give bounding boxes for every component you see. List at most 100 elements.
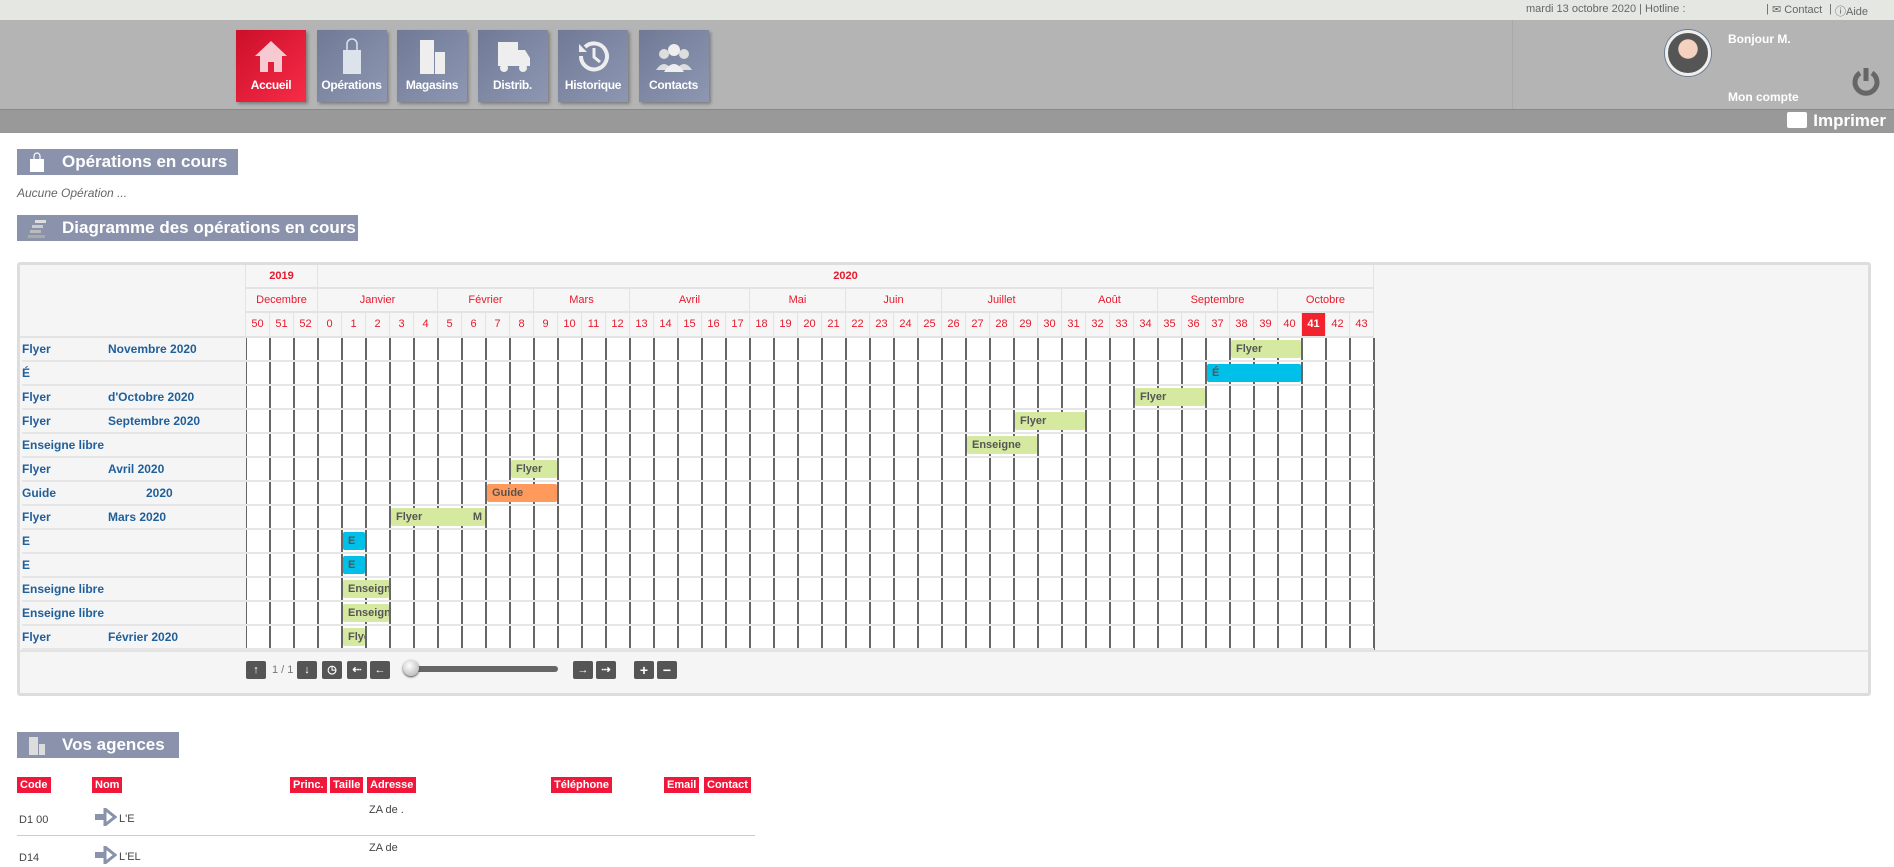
- week-header: 6: [462, 313, 486, 338]
- right-button[interactable]: →: [573, 661, 593, 679]
- gantt-row-label[interactable]: E: [22, 530, 246, 554]
- gantt-row-label[interactable]: Enseigne libre: [22, 578, 246, 602]
- week-header: 32: [1086, 313, 1110, 338]
- gantt-section-header: Diagramme des opérations en cours: [17, 215, 358, 241]
- gantt-row-label[interactable]: Flyer d'Octobre 2020: [22, 386, 246, 410]
- gantt-row-label[interactable]: É: [22, 362, 246, 386]
- column-header[interactable]: Princ.: [290, 777, 327, 793]
- column-header[interactable]: Téléphone: [551, 777, 613, 793]
- bar-label: Flyer: [396, 511, 423, 523]
- nav-label: Contacts: [649, 78, 698, 92]
- month-header: Decembre: [246, 289, 318, 313]
- nav-contacts[interactable]: Contacts: [638, 30, 709, 102]
- help-label: Aide: [1846, 6, 1869, 18]
- gantt-row-label[interactable]: Flyer Septembre 2020: [22, 410, 246, 434]
- grid-line: [246, 600, 1374, 602]
- now-button[interactable]: ◷: [322, 661, 342, 679]
- nav-label: Opérations: [321, 78, 382, 92]
- greeting: Bonjour M.: [1728, 32, 1791, 46]
- gantt-bar[interactable]: É: [1207, 364, 1301, 382]
- bar-label: Flyer: [348, 631, 365, 643]
- grid-line: [246, 576, 1374, 578]
- left-button[interactable]: ←: [370, 661, 390, 679]
- users-icon: [655, 44, 692, 72]
- week-header: 36: [1182, 313, 1206, 338]
- column-header[interactable]: Nom: [92, 777, 123, 793]
- help-link[interactable]: ⓘAide: [1835, 3, 1868, 19]
- gantt-bar[interactable]: Enseigne: [343, 604, 389, 622]
- week-header: 22: [846, 313, 870, 338]
- truck-icon: [497, 42, 530, 72]
- column-header[interactable]: Email: [664, 777, 700, 793]
- week-header: 52: [294, 313, 318, 338]
- scroll-down-button[interactable]: ↓: [297, 661, 317, 679]
- gantt-row-label[interactable]: Enseigne libre: [22, 602, 246, 626]
- gantt-row-label[interactable]: Flyer Novembre 2020: [22, 338, 246, 362]
- gantt-bar[interactable]: Flyer: [343, 628, 365, 646]
- zoom-in-button[interactable]: +: [634, 661, 654, 679]
- gantt-bar[interactable]: Flyer: [511, 460, 557, 478]
- column-header[interactable]: Code: [17, 777, 51, 793]
- gantt-bar[interactable]: Enseigne: [967, 436, 1037, 454]
- arrow-right-icon[interactable]: [95, 805, 118, 829]
- nav-magasins[interactable]: Magasins: [397, 30, 467, 102]
- column-header[interactable]: Contact: [704, 777, 751, 793]
- slider-handle[interactable]: [403, 660, 419, 676]
- contact-link[interactable]: ✉ Contact: [1772, 3, 1822, 16]
- gantt-bar[interactable]: Flyer M: [391, 508, 485, 526]
- bar-label: Flyer: [1236, 343, 1263, 355]
- gantt-bar[interactable]: Flyer: [1015, 412, 1085, 430]
- operation-type: Enseigne libre: [22, 438, 105, 452]
- week-header: 1: [342, 313, 366, 338]
- building-icon: [29, 737, 45, 755]
- zoom-out-button[interactable]: −: [657, 661, 677, 679]
- page-left-button[interactable]: ⇠: [347, 661, 367, 679]
- scroll-up-button[interactable]: ↑: [246, 661, 266, 679]
- row-divider: [17, 835, 755, 836]
- home-icon: [255, 41, 287, 72]
- week-header: 19: [774, 313, 798, 338]
- gantt-row-label[interactable]: Guide 2020: [22, 482, 246, 506]
- agency-name-link[interactable]: L'EL: [119, 851, 141, 863]
- bar-label: Enseigne: [348, 607, 389, 619]
- gantt-row-label[interactable]: Enseigne libre: [22, 434, 246, 458]
- month-header: Juillet: [942, 289, 1062, 313]
- avatar[interactable]: [1665, 30, 1711, 76]
- my-account-link[interactable]: Mon compte: [1728, 90, 1799, 104]
- nav-label: Magasins: [405, 78, 459, 92]
- week-header: 3: [390, 313, 414, 338]
- grid-line: [246, 408, 1374, 410]
- column-header[interactable]: Taille: [330, 777, 364, 793]
- gantt-bar[interactable]: Flyer: [1135, 388, 1205, 406]
- week-header: 17: [726, 313, 750, 338]
- month-header: Juin: [846, 289, 942, 313]
- grid-line: [246, 504, 1374, 506]
- operation-type: Flyer: [22, 630, 51, 644]
- print-button[interactable]: Imprimer: [1787, 111, 1886, 131]
- month-header: Janvier: [318, 289, 438, 313]
- gantt-bar[interactable]: Guide: [487, 484, 557, 502]
- nav-oprations[interactable]: Opérations: [316, 30, 387, 102]
- page-right-button[interactable]: ⇢: [596, 661, 616, 679]
- nav-historique[interactable]: Historique: [558, 30, 628, 102]
- gantt-bar[interactable]: Flyer: [1231, 340, 1301, 358]
- gantt-row-label[interactable]: Flyer Avril 2020: [22, 458, 246, 482]
- power-icon[interactable]: [1850, 65, 1882, 97]
- gantt-bar[interactable]: Enseigne: [343, 580, 389, 598]
- page-indicator: 1 / 1: [272, 664, 294, 676]
- gantt-bar[interactable]: E: [343, 532, 365, 550]
- operation-type: Flyer: [22, 414, 51, 428]
- gantt-row-label[interactable]: Flyer Février 2020: [22, 626, 246, 650]
- toolbar: Imprimer: [0, 109, 1894, 133]
- arrow-right-icon[interactable]: [95, 843, 118, 867]
- column-header[interactable]: Adresse: [367, 777, 417, 793]
- nav-accueil[interactable]: Accueil: [236, 30, 306, 102]
- agency-name-link[interactable]: L'E: [119, 813, 135, 825]
- gantt-row-label[interactable]: E: [22, 554, 246, 578]
- grid-line: [246, 480, 1374, 482]
- gantt-row-label[interactable]: Flyer Mars 2020: [22, 506, 246, 530]
- zoom-slider[interactable]: [405, 666, 558, 672]
- nav-distrib[interactable]: Distrib.: [477, 30, 548, 102]
- week-header: 21: [822, 313, 846, 338]
- gantt-bar[interactable]: E: [343, 556, 365, 574]
